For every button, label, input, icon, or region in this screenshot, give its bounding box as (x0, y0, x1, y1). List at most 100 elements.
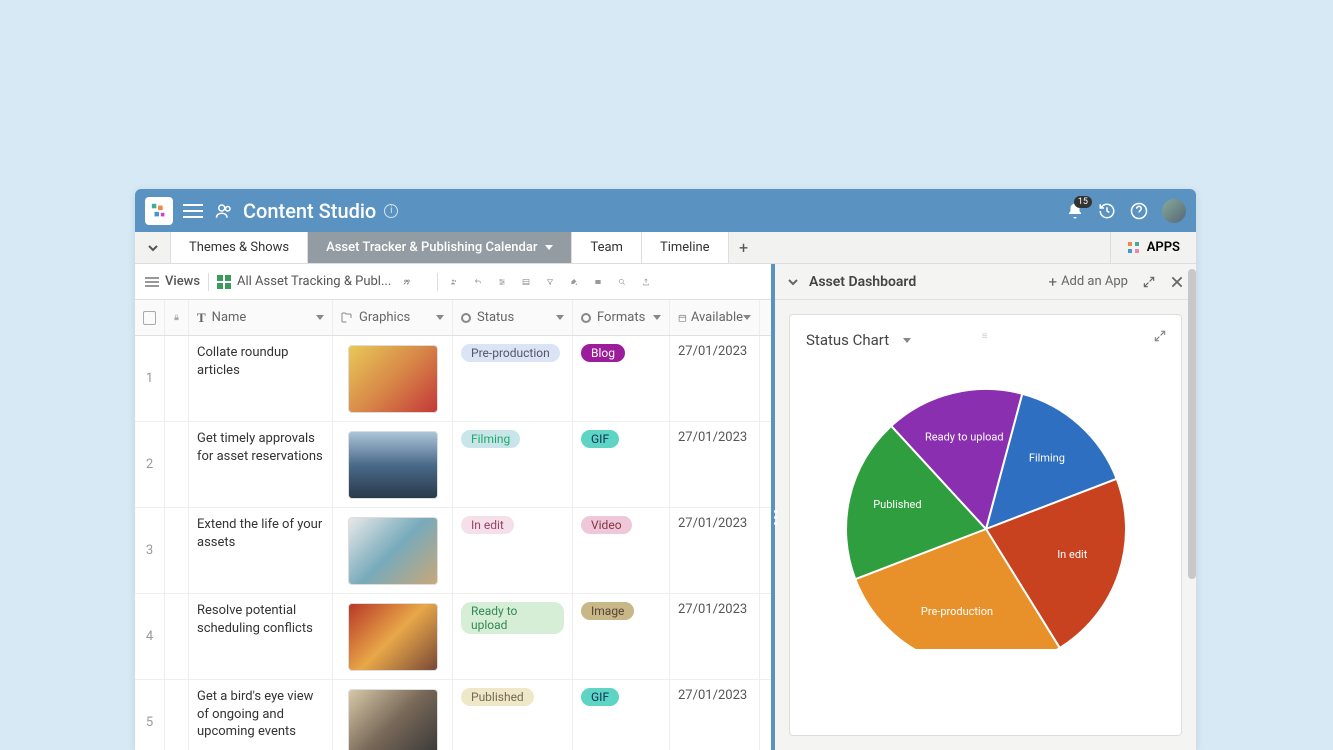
row-status[interactable]: In edit (453, 508, 573, 593)
lock-column (165, 300, 189, 335)
users-icon[interactable] (215, 202, 233, 220)
row-status[interactable]: Published (453, 680, 573, 750)
column-graphics[interactable]: Graphics (333, 300, 453, 335)
row-available: 27/01/2023 (670, 336, 760, 421)
row-lock (165, 336, 189, 421)
row-graphics[interactable] (333, 422, 453, 507)
notifications-button[interactable]: 15 (1066, 202, 1084, 220)
row-available: 27/01/2023 (670, 680, 760, 750)
people-icon[interactable] (446, 275, 462, 289)
table-row[interactable]: 4 Resolve potential scheduling conflicts… (135, 594, 771, 680)
svg-text:Filming: Filming (1028, 451, 1064, 464)
row-name[interactable]: Get timely approvals for asset reservati… (189, 422, 333, 507)
table-body: 1 Collate roundup articles Pre-productio… (135, 336, 771, 750)
more-icon[interactable] (423, 275, 429, 289)
expand-icon[interactable] (1142, 275, 1156, 289)
row-name[interactable]: Get a bird's eye view of ongoing and upc… (189, 680, 333, 750)
grid-toolbar: Views All Asset Tracking & Publ... (135, 264, 771, 300)
svg-text:Pre-production: Pre-production (920, 605, 992, 618)
filter-icon[interactable] (542, 275, 558, 289)
column-name[interactable]: TName (189, 300, 333, 335)
grid-icon (217, 275, 231, 289)
row-name[interactable]: Resolve potential scheduling conflicts (189, 594, 333, 679)
row-available: 27/01/2023 (670, 422, 760, 507)
history-icon[interactable] (1098, 202, 1116, 220)
current-view-button[interactable]: All Asset Tracking & Publ... (217, 274, 391, 289)
select-all-checkbox[interactable] (135, 300, 165, 335)
table-row[interactable]: 5 Get a bird's eye view of ongoing and u… (135, 680, 771, 750)
chevron-down-icon (545, 245, 553, 250)
undo-icon[interactable] (470, 275, 486, 289)
grid-pane: Views All Asset Tracking & Publ... (135, 264, 775, 750)
svg-text:Ready to upload: Ready to upload (924, 431, 1003, 444)
tab-asset-tracker[interactable]: Asset Tracker & Publishing Calendar (308, 232, 572, 263)
row-number: 1 (135, 336, 165, 421)
row-name[interactable]: Collate roundup articles (189, 336, 333, 421)
card-icon[interactable] (590, 275, 606, 289)
close-icon[interactable] (1170, 275, 1184, 289)
row-lock (165, 594, 189, 679)
column-available[interactable]: Available (670, 300, 760, 335)
table-row[interactable]: 2 Get timely approvals for asset reserva… (135, 422, 771, 508)
tab-themes-shows[interactable]: Themes & Shows (171, 232, 308, 263)
column-status[interactable]: Status (453, 300, 573, 335)
row-available: 27/01/2023 (670, 508, 760, 593)
dashboard-header: Asset Dashboard +Add an App (775, 264, 1196, 300)
menu-icon[interactable] (183, 200, 203, 222)
chart-card: Status Chart ≡ FilmingIn editPre-product… (789, 314, 1182, 736)
row-graphics[interactable] (333, 336, 453, 421)
apps-button[interactable]: APPS (1110, 232, 1196, 263)
tab-bar: Themes & Shows Asset Tracker & Publishin… (135, 232, 1196, 264)
row-format[interactable]: GIF (573, 422, 670, 507)
dashboard-title: Asset Dashboard (809, 274, 916, 290)
expand-chart-icon[interactable] (1153, 329, 1167, 343)
row-lock (165, 680, 189, 750)
dashboard-pane: Asset Dashboard +Add an App Status Chart… (775, 264, 1196, 750)
row-graphics[interactable] (333, 508, 453, 593)
share-view-icon[interactable] (399, 275, 415, 289)
svg-text:Published: Published (873, 498, 921, 511)
row-graphics[interactable] (333, 594, 453, 679)
pane-splitter[interactable] (773, 510, 777, 525)
paint-icon[interactable] (566, 275, 582, 289)
table-row[interactable]: 1 Collate roundup articles Pre-productio… (135, 336, 771, 422)
row-format[interactable]: Blog (573, 336, 670, 421)
page-title: Content Studio (243, 199, 376, 223)
add-app-button[interactable]: +Add an App (1049, 273, 1128, 291)
settings-icon[interactable] (494, 275, 510, 289)
tab-timeline[interactable]: Timeline (642, 232, 729, 263)
chevron-down-icon[interactable] (787, 276, 799, 288)
export-icon[interactable] (638, 275, 654, 289)
tab-team[interactable]: Team (572, 232, 642, 263)
row-name[interactable]: Extend the life of your assets (189, 508, 333, 593)
row-status[interactable]: Pre-production (453, 336, 573, 421)
table-header: TName Graphics Status Formats Available (135, 300, 771, 336)
row-format[interactable]: Image (573, 594, 670, 679)
row-number: 4 (135, 594, 165, 679)
row-lock (165, 508, 189, 593)
row-available: 27/01/2023 (670, 594, 760, 679)
row-format[interactable]: GIF (573, 680, 670, 750)
row-lock (165, 422, 189, 507)
row-number: 5 (135, 680, 165, 750)
search-icon[interactable] (614, 275, 630, 289)
scrollbar[interactable] (1188, 269, 1196, 579)
drag-handle-icon[interactable]: ≡ (982, 331, 990, 342)
row-format[interactable]: Video (573, 508, 670, 593)
row-status[interactable]: Filming (453, 422, 573, 507)
row-status[interactable]: Ready to upload (453, 594, 573, 679)
app-logo[interactable] (145, 197, 173, 225)
user-avatar[interactable] (1162, 199, 1186, 223)
info-icon[interactable]: i (384, 204, 398, 218)
status-pie-chart: Filming In edit Pre-production Published Rea… (846, 369, 1126, 649)
tab-collapse-button[interactable] (135, 232, 171, 263)
add-tab-button[interactable]: + (729, 232, 759, 263)
row-number: 2 (135, 422, 165, 507)
table-row[interactable]: 3 Extend the life of your assets In edit… (135, 508, 771, 594)
views-button[interactable]: Views (145, 274, 200, 289)
column-formats[interactable]: Formats (573, 300, 670, 335)
list-icon[interactable] (518, 275, 534, 289)
help-icon[interactable] (1130, 202, 1148, 220)
svg-text:In edit: In edit (1057, 548, 1088, 561)
row-graphics[interactable] (333, 680, 453, 750)
